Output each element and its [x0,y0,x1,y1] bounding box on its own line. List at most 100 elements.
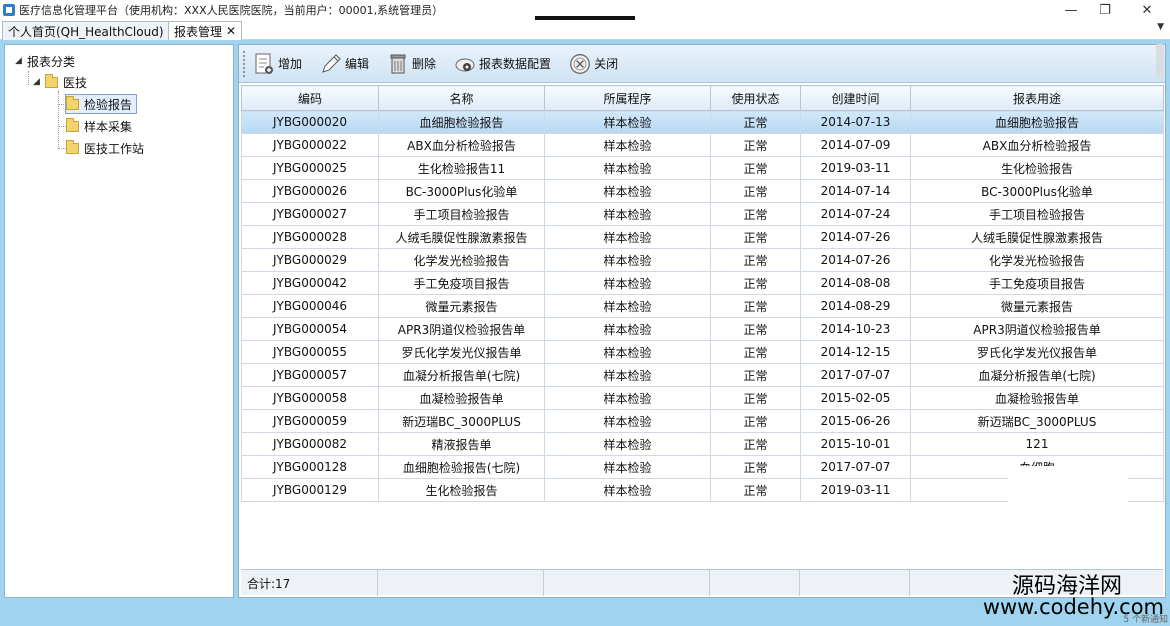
table-cell: 血细胞检验报告(七院) [378,455,545,479]
close-button[interactable]: 关闭 [565,49,622,79]
tree-item-label: 样本采集 [84,119,133,134]
tab-menu-chevron-down-icon[interactable]: ▼ [1157,22,1164,32]
table-cell: JYBG000020 [241,110,379,134]
folder-icon [66,95,79,110]
tab-report-management[interactable]: 报表管理 ✕ [168,21,243,40]
table-row[interactable]: JYBG000055 罗氏化学发光仪报告单 样本检验 正常 2014-12-15 罗氏化学… [241,340,1164,364]
close-window-button[interactable]: ✕ [1132,1,1162,19]
table-cell: 微量元素报告 [378,294,545,318]
table-row[interactable]: JYBG000082 精液报告单 样本检验 正常 2015-10-01 121 [241,432,1164,456]
table-cell: 正常 [710,248,801,272]
notification-count[interactable]: 5 个新通知 [1123,612,1168,625]
report-data-config-button[interactable]: 报表数据配置 [450,49,555,79]
table-row[interactable]: JYBG000046 微量元素报告 样本检验 正常 2014-08-29 微量元素报告 [241,294,1164,318]
table-cell: 血凝分析报告单(七院) [378,363,545,387]
table-cell: 血细胞检验报告 [378,110,545,134]
tree-item-label: 检验报告 [84,97,133,112]
column-header-program[interactable]: 所属程序 [544,85,711,111]
table-cell: 正常 [710,271,801,295]
table-row[interactable]: JYBG000025 生化检验报告11 样本检验 正常 2019-03-11 生化检验报告 [241,156,1164,180]
trash-icon [387,52,409,76]
table-cell: ABX血分析检验报告 [910,133,1164,157]
table-row[interactable]: JYBG000020 血细胞检验报告 样本检验 正常 2014-07-13 血细胞检验报告 [241,110,1164,134]
table-row[interactable]: JYBG000028 人绒毛膜促性腺激素报告 样本检验 正常 2014-07-26 人绒毛… [241,225,1164,249]
table-cell: 生化检验报告 [378,478,545,502]
table-row[interactable]: JYBG000059 新迈瑞BC_3000PLUS 样本检验 正常 2015-06-26… [241,409,1164,433]
table-row[interactable]: JYBG000026 BC-3000Plus化验单 样本检验 正常 2014-07-14… [241,179,1164,203]
table-cell: 正常 [710,386,801,410]
footer-cell [544,570,710,596]
tree-item-lab-report[interactable]: 检验报告 [65,94,138,114]
column-header-status[interactable]: 使用状态 [710,85,801,111]
gear-icon [454,52,476,76]
table-cell: 正常 [710,156,801,180]
column-header-purpose[interactable]: 报表用途 [910,85,1164,111]
column-header-name[interactable]: 名称 [378,85,545,111]
table-cell: JYBG000042 [241,271,379,295]
delete-button[interactable]: 删除 [383,49,440,79]
table-cell: 样本检验 [544,179,711,203]
table-cell: APR3阴道仪检验报告单 [910,317,1164,341]
table-cell: 2014-08-08 [800,271,911,295]
table-cell: 正常 [710,133,801,157]
table-row[interactable]: JYBG000058 血凝检验报告单 样本检验 正常 2015-02-05 血凝检验报告单 [241,386,1164,410]
table-row[interactable]: JYBG000054 APR3阴道仪检验报告单 样本检验 正常 2014-10-23 AP… [241,317,1164,341]
tab-home[interactable]: 个人首页(QH_HealthCloud) [2,21,170,40]
table-cell: 罗氏化学发光仪报告单 [378,340,545,364]
restore-button[interactable]: ❐ [1090,1,1120,19]
table-cell: 2019-03-11 [800,478,911,502]
table-cell: JYBG000027 [241,202,379,226]
table-cell: 生化检验报告 [910,156,1164,180]
add-button[interactable]: 增加 [249,49,306,79]
table-cell: 2014-10-23 [800,317,911,341]
table-cell: JYBG000055 [241,340,379,364]
table-cell: ABX血分析检验报告 [378,133,545,157]
table-cell: JYBG000022 [241,133,379,157]
tab-close-icon[interactable]: ✕ [226,24,236,38]
column-header-created[interactable]: 创建时间 [800,85,911,111]
table-body: JYBG000020 血细胞检验报告 样本检验 正常 2014-07-13 血细胞检验报告… [241,110,1164,502]
report-list-panel: 增加 编辑 删除 报表数据配置 关闭 编码 名称 所属程序 使用状态 创建时间 … [238,44,1166,598]
vertical-scrollbar-thumb[interactable] [1156,44,1164,78]
tree-item-label: 医技工作站 [84,141,145,156]
table-cell: 正常 [710,294,801,318]
column-header-code[interactable]: 编码 [241,85,379,111]
table-row[interactable]: JYBG000029 化学发光检验报告 样本检验 正常 2014-07-26 化学发光检验… [241,248,1164,272]
table-cell: 2017-07-07 [800,455,911,479]
table-row[interactable]: JYBG000057 血凝分析报告单(七院) 样本检验 正常 2017-07-07 血凝分… [241,363,1164,387]
table-cell: 血凝检验报告单 [378,386,545,410]
minimize-button[interactable]: — [1056,1,1086,19]
table-cell: JYBG000054 [241,317,379,341]
table-cell: 人绒毛膜促性腺激素报告 [910,225,1164,249]
tree-node-root[interactable]: ◢ 报表分类 [15,51,75,71]
collapse-arrow-icon[interactable]: ◢ [33,77,45,87]
folder-icon [45,73,58,88]
tab-home-label: 个人首页(QH_HealthCloud) [8,24,164,39]
table-cell: 新迈瑞BC_3000PLUS [378,409,545,433]
table-cell: 血凝检验报告单 [910,386,1164,410]
collapse-arrow-icon[interactable]: ◢ [15,56,27,66]
table-cell: 2014-08-29 [800,294,911,318]
table-row[interactable]: JYBG000042 手工免疫项目报告 样本检验 正常 2014-08-08 手工免疫项目… [241,271,1164,295]
table-row[interactable]: JYBG000022 ABX血分析检验报告 样本检验 正常 2014-07-09 ABX血… [241,133,1164,157]
table-cell: JYBG000025 [241,156,379,180]
tree-node-group[interactable]: ◢ 医技 [33,72,87,92]
table-cell: 手工免疫项目报告 [378,271,545,295]
table-cell: BC-3000Plus化验单 [378,179,545,203]
tab-bar: 个人首页(QH_HealthCloud) 报表管理 ✕ [0,20,1170,40]
tree-item-sample-collection[interactable]: 样本采集 [66,116,132,136]
add-document-icon [253,52,275,76]
edit-button[interactable]: 编辑 [316,49,373,79]
tree-root-label: 报表分类 [27,54,76,69]
table-cell: 样本检验 [544,317,711,341]
table-row[interactable]: JYBG000027 手工项目检验报告 样本检验 正常 2014-07-24 手工项目检验… [241,202,1164,226]
tree-item-medtech-workstation[interactable]: 医技工作站 [66,138,144,158]
table-cell: 化学发光检验报告 [910,248,1164,272]
table-cell: 正常 [710,179,801,203]
table-cell: 样本检验 [544,478,711,502]
table-cell: 2015-02-05 [800,386,911,410]
table-cell: JYBG000128 [241,455,379,479]
table-cell: 正常 [710,363,801,387]
toolbar-grip[interactable] [243,50,245,77]
table-cell: 2014-07-26 [800,225,911,249]
